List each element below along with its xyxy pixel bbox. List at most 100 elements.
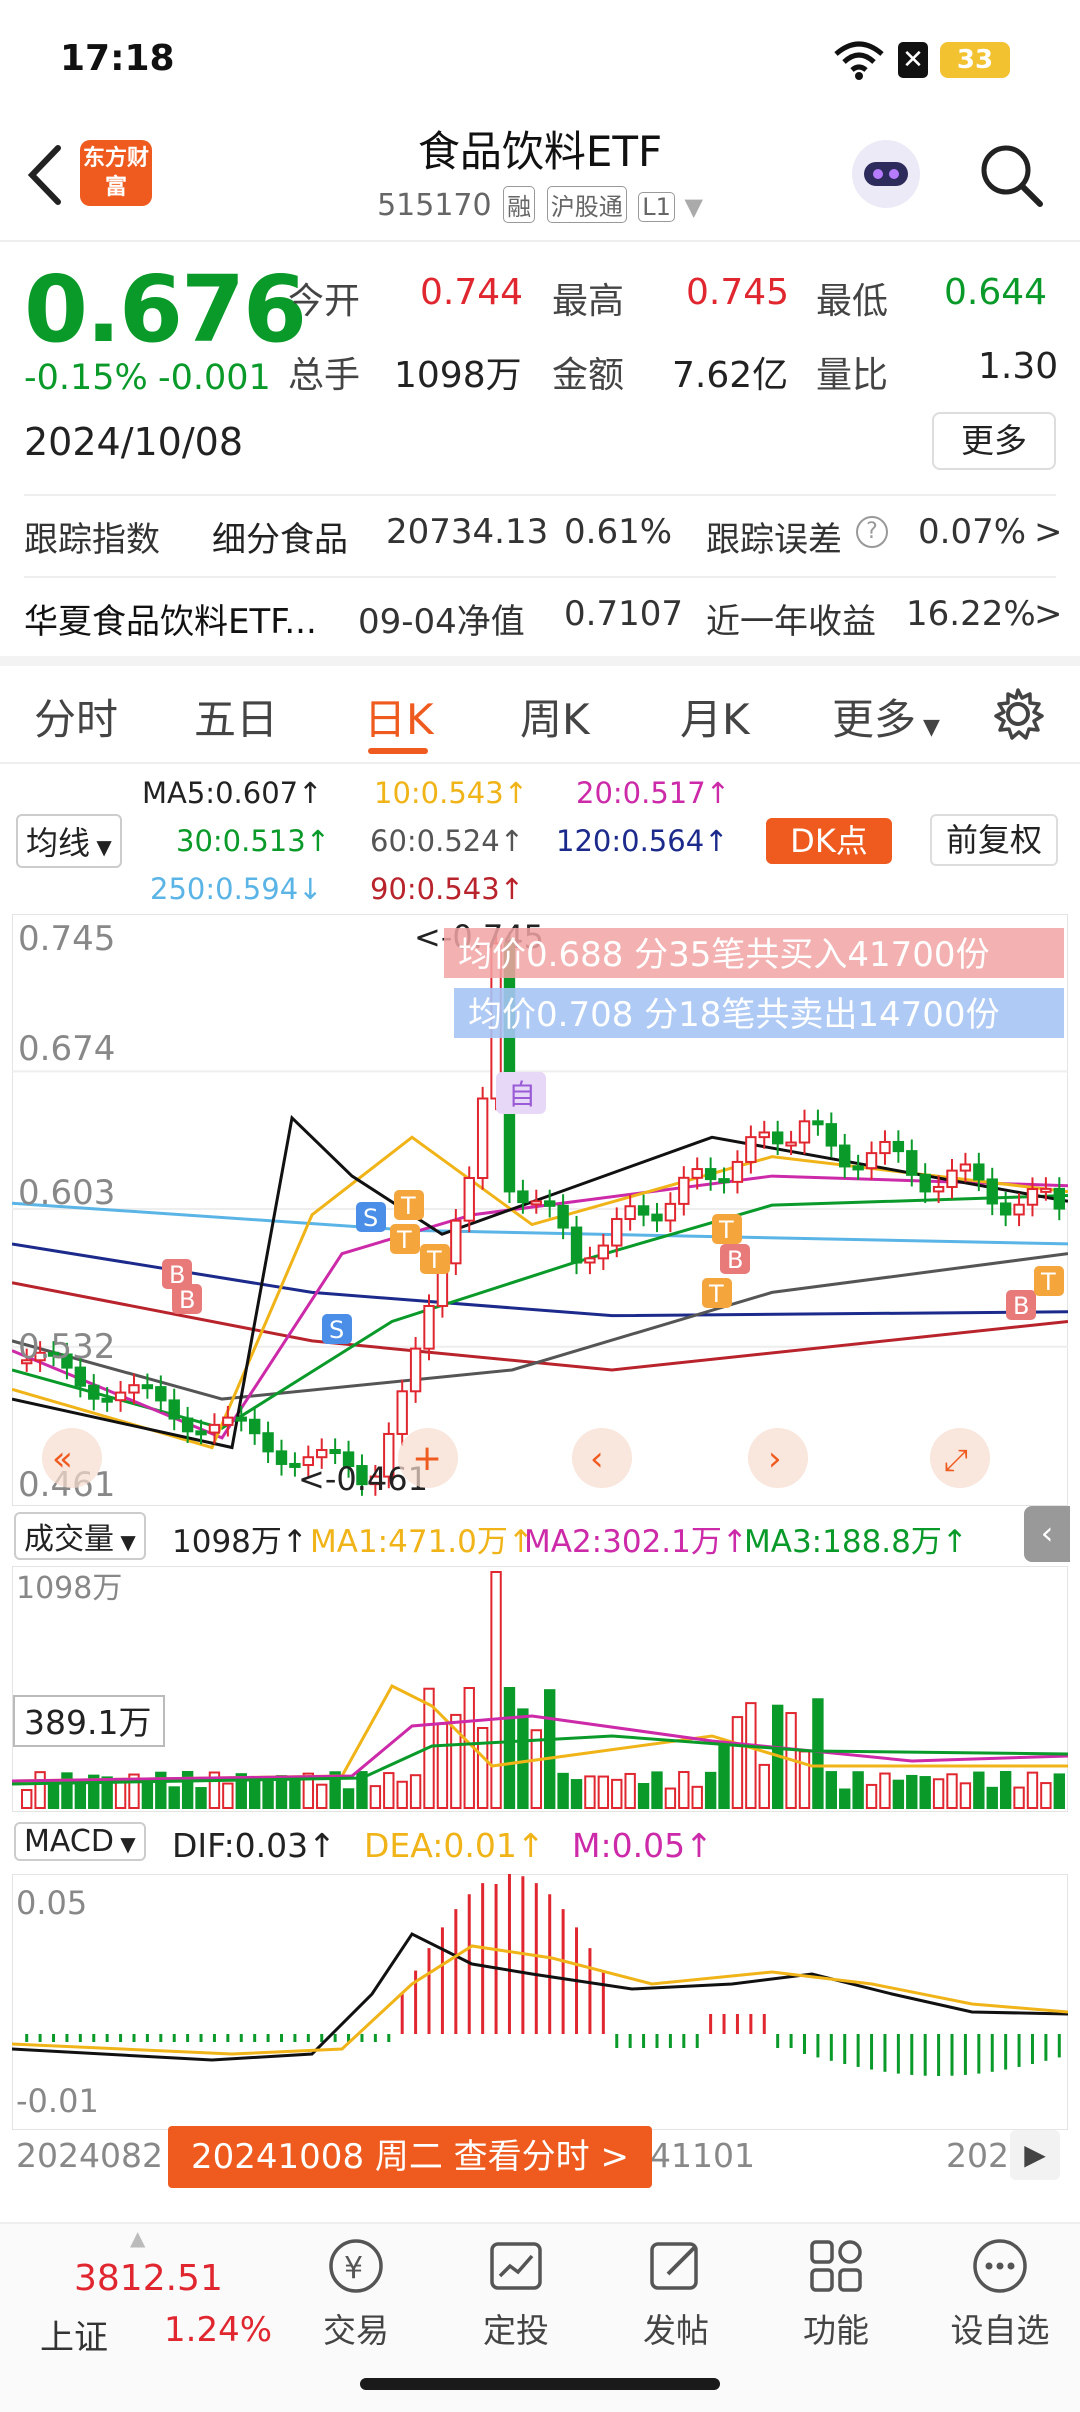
collapse-panel-icon[interactable]: ‹ <box>1024 1506 1070 1562</box>
tab-five-day[interactable]: 五日 <box>194 686 278 747</box>
tab-monthly-k[interactable]: 月K <box>680 686 750 747</box>
volume-bar <box>611 1778 623 1809</box>
trade-marker-letter: T <box>718 1216 734 1244</box>
candle-body <box>88 1384 100 1400</box>
ma-selector[interactable]: 均线 ▼ <box>16 814 122 868</box>
trade-marker-letter: S <box>329 1316 344 1344</box>
volume-bar <box>798 1750 811 1809</box>
nav-functions[interactable]: 功能 <box>776 2236 896 2352</box>
candle-body <box>664 1202 677 1222</box>
volume-bar <box>557 1772 569 1809</box>
volume-bar <box>812 1698 824 1809</box>
volume-bar <box>168 1786 180 1810</box>
status-time: 17:18 <box>60 38 175 79</box>
volume-bar <box>637 1783 650 1810</box>
candle-body <box>275 1450 288 1465</box>
fixed-invest-icon <box>490 2242 542 2290</box>
volume-bar <box>570 1779 583 1810</box>
candle-body <box>919 1173 931 1193</box>
chevron-right-icon[interactable]: > <box>1034 594 1063 634</box>
tag-margin: 融 <box>503 186 536 223</box>
volume-bar <box>731 1716 744 1809</box>
self-select-marker: 自 <box>508 1078 536 1111</box>
track-index-name[interactable]: 细分食品 <box>212 512 348 561</box>
search-icon[interactable] <box>976 140 1046 210</box>
volume-bar <box>664 1787 677 1809</box>
volume-bar <box>986 1786 998 1810</box>
dk-point-button[interactable]: DK点 <box>766 818 892 864</box>
volume-bar <box>74 1780 87 1809</box>
candle-body <box>396 1390 408 1435</box>
candle-body <box>771 1131 784 1145</box>
settings-gear-icon[interactable] <box>990 686 1046 742</box>
expand-icon[interactable]: ⤢ <box>944 1443 968 1478</box>
trade-marker-letter: S <box>363 1204 378 1232</box>
volume-bar <box>919 1776 931 1809</box>
volume-bar <box>584 1775 596 1810</box>
nav-trade[interactable]: ¥ 交易 <box>296 2236 416 2352</box>
candle-body <box>1040 1187 1052 1193</box>
candle-body <box>798 1120 811 1144</box>
nav-fixed-invest[interactable]: 定投 <box>456 2236 576 2352</box>
index-value[interactable]: 3812.51 <box>74 2258 223 2299</box>
volume-bar <box>879 1772 891 1809</box>
candle-body <box>879 1140 891 1155</box>
candle-body <box>235 1416 247 1422</box>
macd-max-label: 0.05 <box>16 1884 87 1922</box>
amount-label: 金额 <box>552 355 625 396</box>
next-icon[interactable]: › <box>768 1439 782 1479</box>
candle-body <box>973 1163 985 1181</box>
tag-connect: 沪股通 <box>546 186 627 223</box>
volume-bar <box>47 1784 60 1809</box>
macd-indicator-selector[interactable]: MACD ▼ <box>14 1822 146 1861</box>
candle-body <box>262 1432 274 1453</box>
high-value: 0.745 <box>686 272 790 313</box>
forward-adjust-button[interactable]: 前复权 <box>930 814 1058 866</box>
macd-chart[interactable]: 0.05 -0.01 <box>12 1874 1068 2130</box>
chevron-right-icon[interactable]: > <box>1034 512 1063 552</box>
candle-body <box>745 1136 757 1163</box>
candle-body <box>597 1244 610 1260</box>
last-price: 0.676 <box>24 256 307 363</box>
change-pct: -0.15% <box>24 358 148 398</box>
open-label: 今开 <box>288 281 361 322</box>
kline-chart[interactable]: 0.745 0.674 0.603 0.532 0.461 <-0.745 <-… <box>12 914 1068 1506</box>
candle-body <box>1053 1187 1065 1210</box>
volume-bar <box>959 1782 972 1810</box>
tab-more[interactable]: 更多 ▼ <box>832 686 940 747</box>
more-quote-button[interactable]: 更多 <box>932 412 1056 470</box>
home-indicator <box>360 2378 720 2390</box>
volume-bar <box>195 1787 207 1809</box>
volume-bar <box>892 1779 905 1810</box>
candle-body <box>195 1430 207 1436</box>
volume-indicator-selector[interactable]: 成交量 ▼ <box>14 1512 146 1560</box>
volume-bar <box>396 1780 408 1809</box>
volume-bar <box>262 1775 274 1810</box>
nav-add-watchlist[interactable]: 设自选 <box>940 2236 1060 2352</box>
volume-label: 总手 <box>288 355 361 396</box>
help-icon[interactable]: ? <box>856 516 888 548</box>
tab-weekly-k[interactable]: 周K <box>520 686 590 747</box>
chevron-up-icon[interactable]: ▲ <box>130 2226 145 2250</box>
divider <box>24 494 1056 496</box>
robot-assistant-icon[interactable] <box>846 134 926 214</box>
rewind-icon[interactable]: « <box>52 1439 73 1479</box>
chevron-down-icon[interactable]: ▼ <box>684 193 702 221</box>
candle-body <box>946 1169 958 1188</box>
volume-chart[interactable]: 1098万 389.1万 <box>12 1566 1068 1812</box>
stock-code: 515170 <box>377 188 492 223</box>
trade-yen-icon: ¥ <box>329 2239 383 2293</box>
tab-daily-k[interactable]: 日K <box>364 686 434 747</box>
volume-bar <box>1040 1782 1052 1809</box>
prev-icon[interactable]: ‹ <box>590 1439 604 1479</box>
tab-intraday[interactable]: 分时 <box>34 686 118 747</box>
candle-body <box>517 1190 529 1204</box>
trade-marker-letter: B <box>1013 1292 1029 1320</box>
fund-name[interactable]: 华夏食品饮料ETF... <box>24 594 317 643</box>
header-divider <box>0 240 1080 242</box>
scroll-right-icon[interactable]: ▶ <box>1010 2130 1060 2180</box>
open-value: 0.744 <box>420 272 524 313</box>
nav-post[interactable]: 发帖 <box>616 2236 736 2352</box>
plus-icon[interactable]: + <box>412 1438 442 1479</box>
view-intraday-tip[interactable]: 20241008 周二 查看分时 > <box>168 2126 652 2188</box>
